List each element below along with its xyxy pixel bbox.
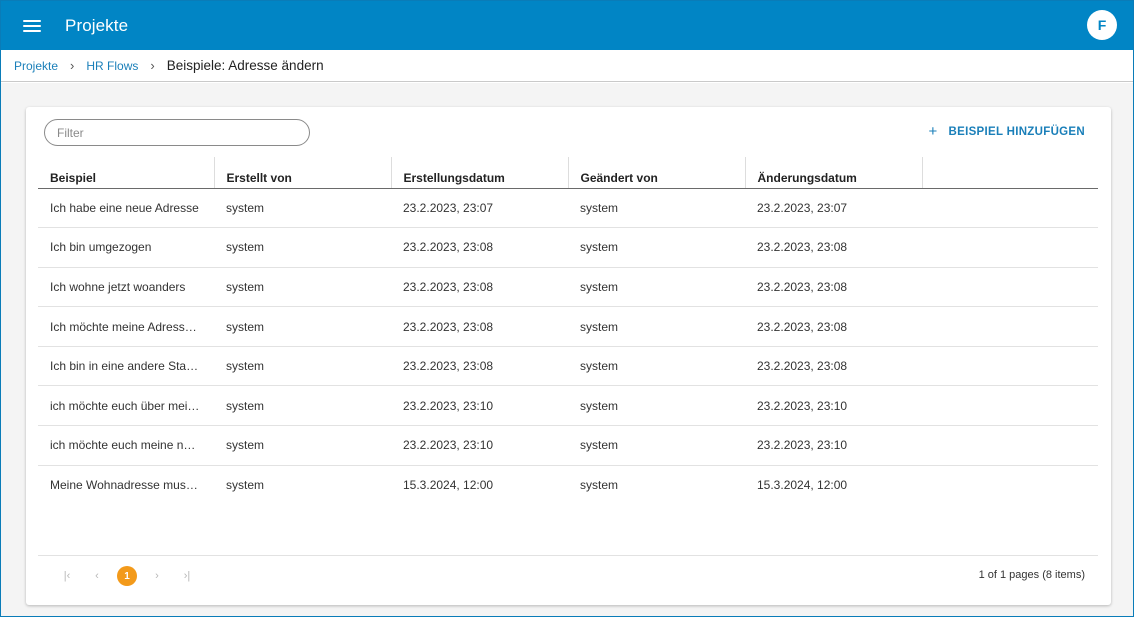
first-page-icon[interactable]: |‹: [52, 570, 82, 582]
cell-empty: [922, 188, 1098, 229]
cell-aenderungsdatum: 23.2.2023, 23:10: [745, 385, 922, 427]
cell-erstellt-von: system: [214, 267, 391, 308]
app-title: Projekte: [65, 15, 129, 35]
column-header-aenderungsdatum[interactable]: Änderungsdatum: [745, 157, 923, 189]
column-header-geaendert-von[interactable]: Geändert von: [568, 157, 746, 189]
cell-erstellt-von: system: [214, 188, 391, 229]
last-page-icon[interactable]: ›|: [172, 570, 202, 582]
cell-geaendert-von: system: [568, 267, 745, 308]
table-row[interactable]: Ich wohne jetzt woanders system 23.2.202…: [38, 267, 1098, 308]
page-button-current[interactable]: 1: [117, 566, 137, 586]
cell-aenderungsdatum: 23.2.2023, 23:08: [745, 227, 922, 268]
cell-geaendert-von: system: [568, 425, 745, 466]
cell-erstellt-von: system: [214, 227, 391, 268]
cell-aenderungsdatum: 15.3.2024, 12:00: [757, 478, 848, 493]
cell-geaendert-von: system: [568, 346, 745, 387]
page-info: 1 of 1 pages (8 items): [978, 569, 1085, 581]
chevron-right-icon: ›: [150, 58, 155, 73]
app-bar: Projekte F: [1, 1, 1133, 50]
table-row[interactable]: Meine Wohnadresse muss g... system 15.3.…: [38, 465, 1098, 505]
table-row[interactable]: Ich möchte meine Adresse ä... system 23.…: [38, 306, 1098, 347]
next-page-icon[interactable]: ›: [142, 570, 172, 582]
breadcrumb-link-projekte[interactable]: Projekte: [14, 59, 58, 73]
cell-erstellt-von: system: [214, 425, 391, 466]
cell-beispiel: ich möchte euch meine neue...: [38, 425, 214, 466]
cell-aenderungsdatum: 23.2.2023, 23:08: [745, 346, 922, 387]
cell-erstellungsdatum: 23.2.2023, 23:10: [391, 385, 568, 427]
cell-erstellt-von: system: [214, 385, 391, 427]
cell-geaendert-von: system: [568, 385, 745, 427]
add-example-label: BEISPIEL HINZUFÜGEN: [948, 125, 1085, 138]
cell-geaendert-von: system: [580, 478, 619, 493]
column-header-erstellungsdatum[interactable]: Erstellungsdatum: [391, 157, 569, 189]
cell-aenderungsdatum: 23.2.2023, 23:08: [745, 306, 922, 347]
cell-beispiel: Ich wohne jetzt woanders: [38, 267, 214, 308]
menu-icon[interactable]: [23, 19, 41, 33]
cell-empty: [922, 227, 1098, 268]
cell-empty: [922, 425, 1098, 466]
cell-empty: [922, 465, 1098, 505]
cell-erstellungsdatum: 23.2.2023, 23:08: [391, 306, 568, 347]
breadcrumb-link-hr-flows[interactable]: HR Flows: [86, 59, 138, 73]
table-header-row: Beispiel Erstellt von Erstellungsdatum G…: [38, 157, 1098, 189]
table-row[interactable]: ich möchte euch über meine... system 23.…: [38, 385, 1098, 427]
prev-page-icon[interactable]: ‹: [82, 570, 112, 582]
table-row[interactable]: Ich bin umgezogen system 23.2.2023, 23:0…: [38, 227, 1098, 268]
cell-beispiel: ich möchte euch über meine...: [38, 385, 214, 427]
cell-aenderungsdatum: 23.2.2023, 23:07: [745, 188, 922, 229]
cell-aenderungsdatum: 23.2.2023, 23:10: [745, 425, 922, 466]
breadcrumb: Projekte › HR Flows › Beispiele: Adresse…: [1, 50, 1133, 82]
cell-erstellt-von: system: [214, 346, 391, 387]
chevron-right-icon: ›: [70, 58, 75, 73]
breadcrumb-current: Beispiele: Adresse ändern: [166, 58, 324, 73]
examples-table: Beispiel Erstellt von Erstellungsdatum G…: [38, 157, 1098, 505]
column-header-beispiel[interactable]: Beispiel: [38, 157, 215, 189]
cell-aenderungsdatum: 23.2.2023, 23:08: [745, 267, 922, 308]
cell-empty: [922, 346, 1098, 387]
cell-empty: [922, 267, 1098, 308]
cell-erstellungsdatum: 23.2.2023, 23:10: [391, 425, 568, 466]
column-header-erstellt-von[interactable]: Erstellt von: [214, 157, 392, 189]
cell-erstellt-von: system: [226, 478, 265, 493]
cell-beispiel: Meine Wohnadresse muss g...: [50, 478, 212, 493]
table-row[interactable]: Ich bin in eine andere Stadt ... system …: [38, 346, 1098, 387]
pager: |‹ ‹ 1 › ›|: [52, 566, 202, 586]
column-header-empty: [922, 157, 1098, 189]
table-row[interactable]: ich möchte euch meine neue... system 23.…: [38, 425, 1098, 466]
cell-erstellungsdatum: 15.3.2024, 12:00: [403, 478, 494, 493]
add-example-button[interactable]: + BEISPIEL HINZUFÜGEN: [928, 124, 1085, 139]
cell-empty: [922, 385, 1098, 427]
cell-erstellungsdatum: 23.2.2023, 23:08: [391, 346, 568, 387]
cell-geaendert-von: system: [568, 306, 745, 347]
cell-beispiel: Ich habe eine neue Adresse: [38, 188, 214, 229]
cell-beispiel: Ich bin in eine andere Stadt ...: [38, 346, 214, 387]
cell-geaendert-von: system: [568, 227, 745, 268]
cell-geaendert-von: system: [568, 188, 745, 229]
cell-erstellt-von: system: [214, 306, 391, 347]
cell-empty: [922, 306, 1098, 347]
examples-card: + BEISPIEL HINZUFÜGEN Beispiel Erstellt …: [26, 107, 1111, 605]
table-row[interactable]: Ich habe eine neue Adresse system 23.2.2…: [38, 188, 1098, 229]
cell-erstellungsdatum: 23.2.2023, 23:07: [391, 188, 568, 229]
pager-divider: [38, 555, 1098, 556]
avatar[interactable]: F: [1087, 10, 1117, 40]
plus-icon: +: [928, 123, 938, 140]
cell-beispiel: Ich möchte meine Adresse ä...: [38, 306, 214, 347]
cell-erstellungsdatum: 23.2.2023, 23:08: [391, 267, 568, 308]
cell-beispiel: Ich bin umgezogen: [38, 227, 214, 268]
cell-erstellungsdatum: 23.2.2023, 23:08: [391, 227, 568, 268]
filter-input[interactable]: [44, 119, 310, 146]
